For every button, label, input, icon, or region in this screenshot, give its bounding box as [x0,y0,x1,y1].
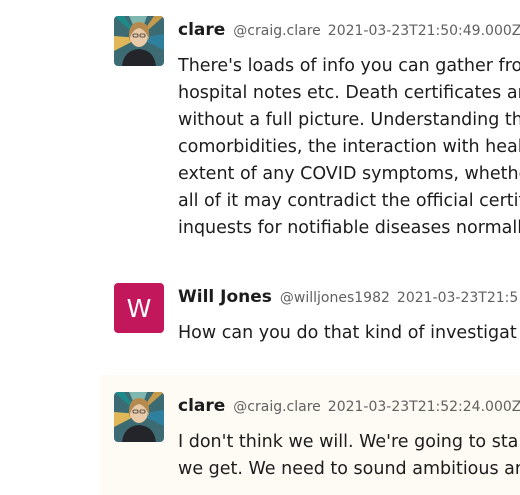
message-timestamp[interactable]: 2021-03-23T21:5 [397,290,518,306]
message-header: clare @craig.clare 2021-03-23T21:50:49.0… [178,20,520,40]
sender-name[interactable]: clare [178,20,225,40]
message-line: inquests for notifiable diseases normall [178,218,520,238]
avatar-letter: W [126,293,152,323]
avatar[interactable] [114,392,164,442]
message-item: clare @craig.clare 2021-03-23T21:52:24.0… [0,375,520,495]
message-timestamp[interactable]: 2021-03-23T21:50:49.000Z [328,23,520,39]
sender-handle[interactable]: @craig.clare [233,399,321,415]
message-body: How can you do that kind of investigat [178,320,520,347]
message-item: clare @craig.clare 2021-03-23T21:50:49.0… [0,0,520,260]
message-body: There's loads of info you can gather fro… [178,53,520,242]
message-item: W Will Jones @willjones1982 2021-03-23T2… [0,265,520,370]
avatar[interactable] [114,16,164,66]
message-line: we get. We need to sound ambitious ar [178,459,520,479]
message-header: Will Jones @willjones1982 2021-03-23T21:… [178,287,518,307]
message-timestamp[interactable]: 2021-03-23T21:52:24.000Z [328,399,520,415]
message-line: hospital notes etc. Death certificates a… [178,83,520,103]
message-line: without a full picture. Understanding th [178,110,520,130]
message-line: I don't think we will. We're going to st… [178,432,519,452]
message-line: all of it may contradict the official ce… [178,191,520,211]
sender-handle[interactable]: @craig.clare [233,23,321,39]
message-feed: clare @craig.clare 2021-03-23T21:50:49.0… [0,0,520,495]
message-line: There's loads of info you can gather fro [178,56,520,76]
sender-name[interactable]: Will Jones [178,287,272,307]
sender-handle[interactable]: @willjones1982 [280,290,390,306]
message-header: clare @craig.clare 2021-03-23T21:52:24.0… [178,396,520,416]
message-line: extent of any COVID symptoms, whethe [178,164,520,184]
sender-name[interactable]: clare [178,396,225,416]
portrait-photo-icon [114,392,164,442]
message-line: comorbidities, the interaction with heal [178,137,520,157]
portrait-photo-icon [114,16,164,66]
message-body: I don't think we will. We're going to st… [178,429,520,483]
message-line: How can you do that kind of investigat [178,323,517,343]
avatar[interactable]: W [114,283,164,333]
